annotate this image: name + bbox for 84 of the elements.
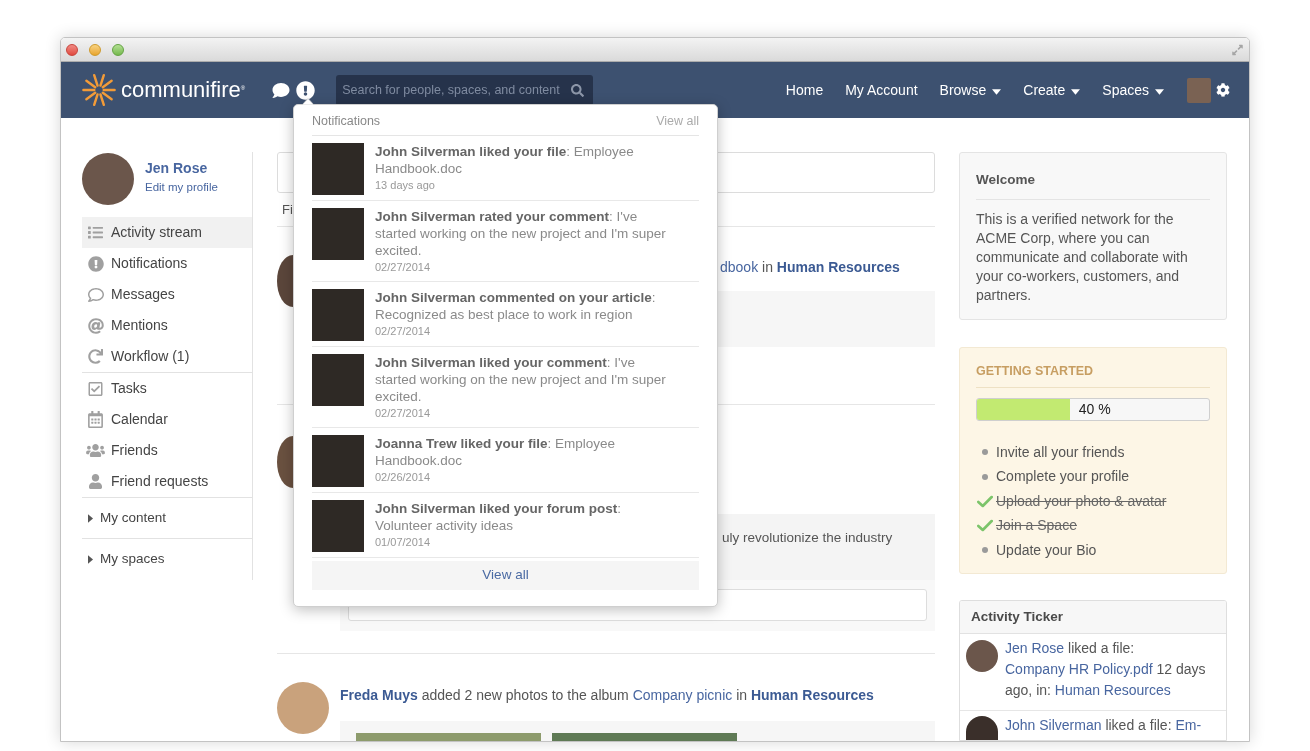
notification-text[interactable]: John Silverman liked your comment: I've started working on the new project and I'm super excited. xyxy=(375,354,679,405)
checkbox-icon xyxy=(88,380,103,397)
edit-profile-link[interactable]: Edit my profile xyxy=(145,179,218,195)
notification-time: 02/27/2014 xyxy=(375,260,431,275)
inline-link[interactable]: Company picnic xyxy=(632,687,733,703)
sidebar-item[interactable]: Calendar xyxy=(82,404,252,435)
task-text: Update your Bio xyxy=(996,540,1097,560)
dropdown-title: Notifications xyxy=(312,113,381,130)
window-zoom-icon[interactable] xyxy=(112,43,124,56)
sidebar-item[interactable]: Mentions xyxy=(82,310,252,341)
logo-text[interactable]: communifire$^{®}$ xyxy=(121,77,246,103)
nav-link[interactable]: My Account xyxy=(845,81,918,99)
nav-link[interactable]: Spaces xyxy=(1102,81,1164,99)
inline-link[interactable]: Jen Rose xyxy=(1005,640,1065,656)
card-title: Activity Ticker xyxy=(971,607,1064,626)
inline-link[interactable]: Company HR Policy.pdf xyxy=(1005,661,1153,677)
search-field[interactable]: Search for people, spaces, and content xyxy=(336,74,594,106)
settings-icon[interactable] xyxy=(1216,83,1230,97)
welcome-text: This is a verified network for the ACME Corp, where you can communicate and collaborate with your co-workers, customers, and partners. xyxy=(976,210,1189,305)
section-toggle[interactable]: My content xyxy=(82,498,252,539)
person-icon xyxy=(89,474,102,489)
sidebar-item[interactable]: Messages xyxy=(82,279,252,310)
starburst-logo-icon[interactable] xyxy=(82,73,116,107)
notification-time: 02/27/2014 xyxy=(375,406,431,421)
profile-name[interactable]: Jen Rose xyxy=(145,159,208,177)
people-icon xyxy=(86,443,105,458)
refresh-icon xyxy=(88,349,103,364)
notification-time: 13 days ago xyxy=(375,178,435,193)
list-icon xyxy=(87,225,104,240)
sidebar-item[interactable]: Tasks xyxy=(82,373,252,404)
inline-link[interactable]: Freda Muys xyxy=(340,687,418,703)
notification-text[interactable]: John Silverman commented on your article: Recognized as best place to work in region xyxy=(375,289,679,323)
inline-link[interactable]: dbook xyxy=(720,259,759,275)
search-icon[interactable] xyxy=(571,83,585,97)
sidebar-item[interactable]: Friends xyxy=(82,435,252,466)
post-headline: dbook in Human Resources xyxy=(720,258,900,277)
sidebar-item[interactable]: Friend requests xyxy=(82,466,252,497)
view-all-button[interactable]: View all xyxy=(312,561,699,590)
card-title: Welcome xyxy=(976,172,1036,187)
speech-bubble-icon xyxy=(86,286,105,303)
notification-text[interactable]: Joanna Trew liked your file: Employee Handbook.doc xyxy=(375,435,679,469)
at-sign-icon xyxy=(87,317,104,334)
inline-link[interactable]: Human Resources xyxy=(1054,682,1171,698)
calendar-icon xyxy=(88,411,103,428)
nav-link[interactable]: Create xyxy=(1023,81,1081,99)
task-text: Invite all your friends xyxy=(996,442,1125,462)
inline-link[interactable]: Human Resources xyxy=(776,259,900,275)
avatar[interactable] xyxy=(966,640,998,672)
avatar xyxy=(277,682,329,734)
task-text: Join a Space xyxy=(996,516,1077,536)
sidebar-item[interactable]: Activity stream xyxy=(82,217,252,248)
task-text: Complete your profile xyxy=(996,467,1130,487)
notification-text[interactable]: John Silverman liked your forum post: Volunteer activity ideas xyxy=(375,500,679,534)
excerpt-text: uly revolutionize the industry xyxy=(722,529,893,545)
avatar[interactable] xyxy=(966,716,998,740)
profile-avatar[interactable] xyxy=(82,153,134,205)
alert-icon xyxy=(87,255,104,272)
notification-time: 01/07/2014 xyxy=(375,535,431,550)
post-headline: Freda Muys added 2 new photos to the album Company picnic in Human Resources xyxy=(340,686,874,705)
section-toggle[interactable]: My spaces xyxy=(82,539,252,580)
inline-link[interactable]: John Silverman xyxy=(1005,717,1102,733)
progress-reading: 40 % xyxy=(1077,400,1111,419)
avatar xyxy=(277,255,293,307)
nav-link[interactable]: Home xyxy=(785,81,824,99)
notification-text[interactable]: John Silverman rated your comment: I've started working on the new project and I'm super excited. xyxy=(375,208,679,259)
label-text: Fi xyxy=(282,200,293,219)
avatar xyxy=(277,435,293,488)
fullscreen-icon[interactable] xyxy=(1232,43,1243,56)
inline-link[interactable]: Em- xyxy=(1175,717,1202,733)
notification-time: 02/27/2014 xyxy=(375,324,431,339)
chat-icon[interactable] xyxy=(271,81,292,99)
user-avatar[interactable] xyxy=(1187,77,1211,103)
ticker-text: Jen Rose liked a file: Company HR Policy.pdf 12 days ago, in: Human Resources xyxy=(1005,639,1207,700)
sidebar-item[interactable]: Notifications xyxy=(82,248,252,279)
nav-link[interactable]: Browse xyxy=(939,81,1002,99)
notification-text[interactable]: John Silverman liked your file: Employee Handbook.doc xyxy=(375,143,679,177)
card-title: GETTING STARTED xyxy=(976,364,1094,378)
window-minimize-icon[interactable] xyxy=(89,43,101,56)
inline-link[interactable]: Human Resources xyxy=(750,687,874,703)
sidebar-item[interactable]: Workflow (1) xyxy=(82,341,252,372)
ticker-text: John Silverman liked a file: Em- xyxy=(1005,716,1203,735)
task-text: Upload your photo & avatar xyxy=(996,491,1167,511)
notification-time: 02/26/2014 xyxy=(375,470,431,485)
window-close-icon[interactable] xyxy=(66,43,78,56)
